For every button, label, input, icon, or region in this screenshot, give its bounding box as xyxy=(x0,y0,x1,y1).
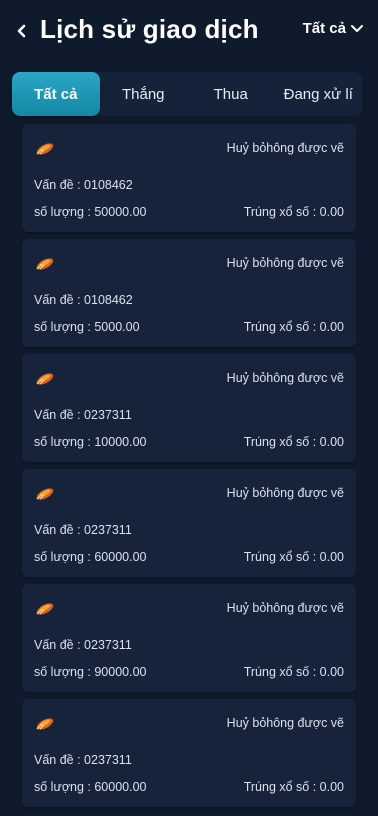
game-token-icon xyxy=(34,370,56,386)
issue-number: Vấn đề : 0237311 xyxy=(34,408,132,422)
transaction-card[interactable]: Huỷ bỏhông được vẽ Vấn đề : 0108462 số lượ… xyxy=(22,239,356,347)
transaction-card[interactable]: Huỷ bỏhông được vẽ Vấn đề : 0237311 số lượ… xyxy=(22,584,356,692)
winning-amount: Trúng xổ số : 0.00 xyxy=(243,205,344,219)
chevron-left-icon xyxy=(17,24,26,38)
header: Lịch sử giao dịch Tất cả xyxy=(0,0,378,64)
winning-amount: Trúng xổ số : 0.00 xyxy=(243,320,344,334)
transaction-card[interactable]: Huỷ bỏhông được vẽ Vấn đề : 0237311 số lượ… xyxy=(22,469,356,577)
status-text: Huỷ bỏhông được vẽ xyxy=(226,716,344,730)
winning-amount: Trúng xổ số : 0.00 xyxy=(243,780,344,794)
status-text: Huỷ bỏhông được vẽ xyxy=(226,256,344,270)
status-text: Huỷ bỏhông được vẽ xyxy=(226,141,344,155)
issue-number: Vấn đề : 0237311 xyxy=(34,753,132,767)
transaction-card[interactable]: Huỷ bỏhông được vẽ Vấn đề : 0237311 số lượ… xyxy=(22,699,356,807)
game-token-icon xyxy=(34,255,56,271)
status-text: Huỷ bỏhông được vẽ xyxy=(226,371,344,385)
back-button[interactable] xyxy=(12,20,32,42)
filter-dropdown[interactable]: Tất cả xyxy=(303,20,364,37)
winning-amount: Trúng xổ số : 0.00 xyxy=(243,435,344,449)
tab-win[interactable]: Thắng xyxy=(100,72,188,116)
transaction-card[interactable]: Huỷ bỏhông được vẽ Vấn đề : 0108462 số lượ… xyxy=(22,124,356,232)
transaction-card[interactable]: Huỷ bỏhông được vẽ Vấn đề : 0237311 số lượ… xyxy=(22,354,356,462)
issue-number: Vấn đề : 0108462 xyxy=(34,293,133,307)
quantity-value: số lượng : 90000.00 xyxy=(34,665,147,679)
chevron-down-icon xyxy=(351,24,363,32)
quantity-value: số lượng : 60000.00 xyxy=(34,550,147,564)
tab-processing[interactable]: Đang xử lí xyxy=(275,72,363,116)
transaction-list: Huỷ bỏhông được vẽ Vấn đề : 0108462 số lượ… xyxy=(22,124,356,814)
game-token-icon xyxy=(34,715,56,731)
game-token-icon xyxy=(34,485,56,501)
quantity-value: số lượng : 60000.00 xyxy=(34,780,147,794)
status-text: Huỷ bỏhông được vẽ xyxy=(226,601,344,615)
winning-amount: Trúng xổ số : 0.00 xyxy=(243,665,344,679)
quantity-value: số lượng : 5000.00 xyxy=(34,320,140,334)
status-tabs: Tất cả Thắng Thua Đang xử lí xyxy=(12,72,362,116)
tab-lose[interactable]: Thua xyxy=(187,72,275,116)
tab-all[interactable]: Tất cả xyxy=(12,72,100,116)
filter-label: Tất cả xyxy=(302,20,346,37)
issue-number: Vấn đề : 0237311 xyxy=(34,638,132,652)
game-token-icon xyxy=(34,140,56,156)
issue-number: Vấn đề : 0108462 xyxy=(34,178,133,192)
issue-number: Vấn đề : 0237311 xyxy=(34,523,132,537)
winning-amount: Trúng xổ số : 0.00 xyxy=(243,550,344,564)
game-token-icon xyxy=(34,600,56,616)
quantity-value: số lượng : 10000.00 xyxy=(34,435,147,449)
page-title: Lịch sử giao dịch xyxy=(40,14,259,44)
status-text: Huỷ bỏhông được vẽ xyxy=(226,486,344,500)
quantity-value: số lượng : 50000.00 xyxy=(34,205,147,219)
